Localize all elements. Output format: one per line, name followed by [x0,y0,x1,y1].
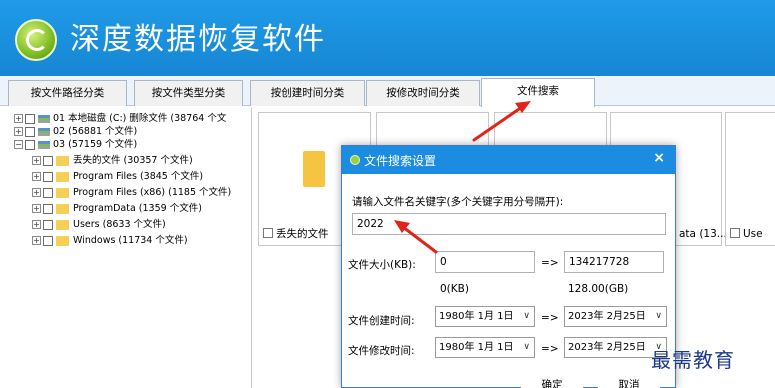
tree-checkbox[interactable] [43,155,53,166]
tree-checkbox[interactable] [43,187,53,198]
tree-item-windows[interactable]: + Windows (11734 个文件) [32,235,188,247]
tab-by-path[interactable]: 按文件路径分类 [8,80,127,106]
ok-button[interactable]: 确定 [521,375,583,388]
created-to-date[interactable]: 2023年 2月25日 ∨ [564,306,667,327]
tile-users[interactable]: Use [725,112,775,246]
created-time-label: 文件创建时间: [348,315,415,327]
chevron-down-icon[interactable]: ∨ [655,307,662,326]
tree-checkbox[interactable] [25,126,35,137]
tree-item-lost-files[interactable]: + 丢失的文件 (30357 个文件) [32,155,193,167]
tab-by-created-time[interactable]: 按创建时间分类 [250,80,365,106]
size-min-input[interactable]: 0 [435,251,535,273]
collapse-icon[interactable]: − [14,140,23,149]
folder-icon [56,155,69,166]
dialog-titlebar[interactable]: 文件搜索设置 × [342,146,675,174]
file-search-dialog: 文件搜索设置 × 请输入文件名关键字(多个关键字用分号隔开): 2022 文件大… [341,145,676,388]
tree-checkbox[interactable] [43,219,53,230]
folder-icon [56,235,69,246]
tree-item-programdata[interactable]: + ProgramData (1359 个文件) [32,203,202,215]
drive-icon [38,114,50,123]
tab-by-type[interactable]: 按文件类型分类 [134,80,243,106]
tree-item-drive-02[interactable]: +02 (56881 个文件) [14,126,137,138]
tree-checkbox[interactable] [43,203,53,214]
tab-bar: 按文件路径分类 按文件类型分类 按创建时间分类 按修改时间分类 文件搜索 [0,76,775,107]
expand-icon[interactable]: + [32,156,41,165]
size-label: 文件大小(KB): [348,259,416,271]
keyword-input[interactable]: 2022 [352,213,666,235]
tree-item-program-files[interactable]: + Program Files (3845 个文件) [32,171,203,183]
created-from-date[interactable]: 1980年 1月 1日 ∨ [435,306,535,327]
tile-checkbox[interactable] [263,228,273,238]
chevron-down-icon[interactable]: ∨ [523,338,530,357]
modified-from-date[interactable]: 1980年 1月 1日 ∨ [435,337,535,358]
tab-file-search[interactable]: 文件搜索 [481,78,595,107]
close-icon[interactable]: × [653,150,665,166]
expand-icon[interactable]: + [32,236,41,245]
app-header: 深度数据恢复软件 [0,0,775,76]
size-range-arrow: => [541,257,559,269]
tree-item-drive-03[interactable]: −03 (57159 个文件) [14,139,137,151]
watermark-text: 最需教育 [651,348,735,372]
tree-checkbox[interactable] [43,235,53,246]
modified-range-arrow: => [541,343,559,355]
modified-time-label: 文件修改时间: [348,345,415,357]
tree-checkbox[interactable] [43,171,53,182]
tab-by-modified-time[interactable]: 按修改时间分类 [366,80,480,106]
folder-icon [56,203,69,214]
folder-icon [56,171,69,182]
folder-icon [303,151,325,187]
expand-icon[interactable]: + [14,114,23,123]
app-logo-icon [350,155,360,165]
expand-icon[interactable]: + [32,204,41,213]
dialog-title: 文件搜索设置 [364,154,437,168]
tree-item-users[interactable]: + Users (8633 个文件) [32,219,166,231]
drive-icon [38,140,50,149]
app-title: 深度数据恢复软件 [70,22,326,57]
keyword-label: 请输入文件名关键字(多个关键字用分号隔开): [352,196,564,208]
tree-item-drive-01[interactable]: +01 本地磁盘 (C:) 删除文件 (38764 个文 [14,113,226,125]
tree-item-program-files-x86[interactable]: + Program Files (x86) (1185 个文件) [32,187,231,199]
app-logo-icon [15,19,57,61]
size-max-unit: 128.00(GB) [568,283,629,295]
directory-tree[interactable]: +01 本地磁盘 (C:) 删除文件 (38764 个文 +02 (56881 … [6,108,252,388]
expand-icon[interactable]: + [32,188,41,197]
tree-checkbox[interactable] [25,139,35,150]
tile-checkbox[interactable] [730,228,740,238]
size-min-unit: 0(KB) [440,283,469,295]
chevron-down-icon[interactable]: ∨ [523,307,530,326]
folder-icon [56,187,69,198]
expand-icon[interactable]: + [32,220,41,229]
created-range-arrow: => [541,312,559,324]
folder-icon [56,219,69,230]
expand-icon[interactable]: + [32,172,41,181]
size-max-input[interactable]: 134217728 [564,251,664,273]
expand-icon[interactable]: + [14,127,23,136]
tree-checkbox[interactable] [25,113,35,124]
cancel-button[interactable]: 取消 [598,375,660,388]
drive-icon [38,127,50,136]
